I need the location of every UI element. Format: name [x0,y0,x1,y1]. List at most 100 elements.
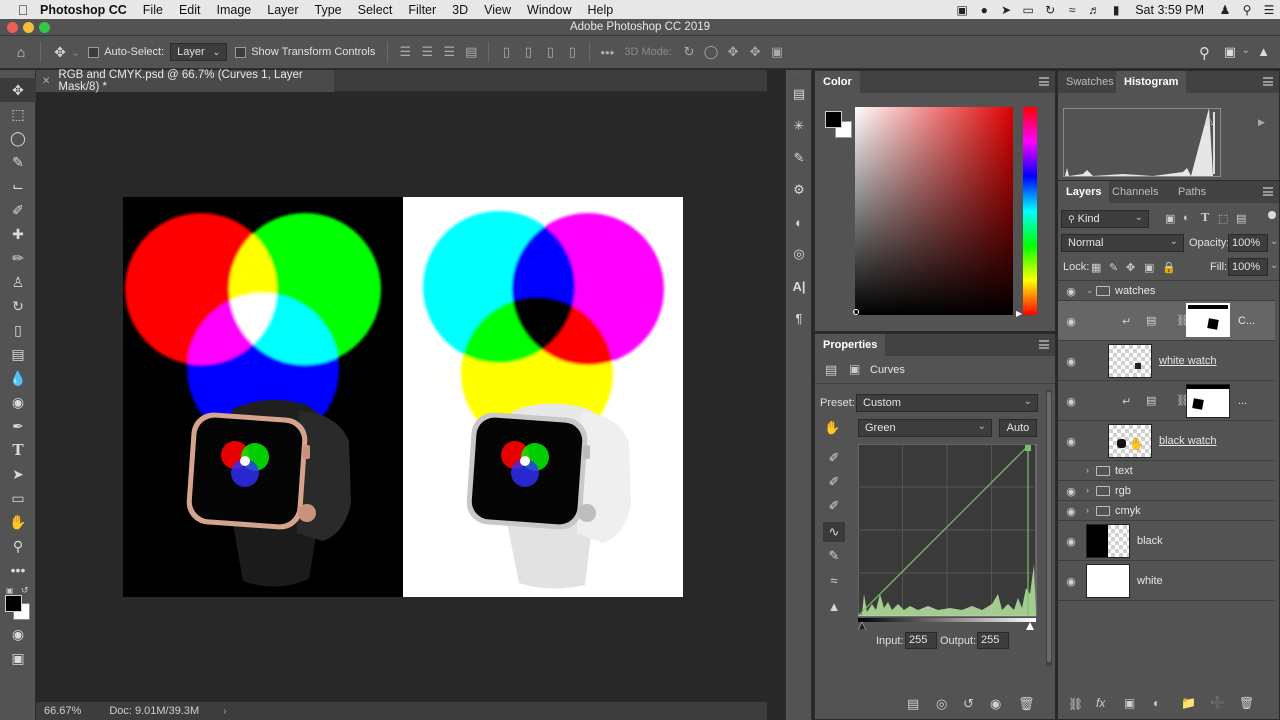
lasso-tool-icon[interactable]: ◯ [0,126,36,150]
menu-view[interactable]: View [484,3,511,17]
chevron-down-icon[interactable]: ⌄ [71,46,80,59]
auto-select-dropdown[interactable]: Layer ⌄ [170,43,228,61]
share-icon[interactable]: ▲ [1257,44,1270,59]
panel-menu-icon[interactable] [1263,187,1273,196]
chevron-right-icon[interactable]: ▶ [1258,117,1265,128]
auto-button[interactable]: Auto [999,419,1037,437]
screen-record-icon[interactable]: ▣ [951,3,973,17]
hue-slider-handle[interactable]: ▶ [1016,309,1022,318]
3d-pan-icon[interactable]: ✥ [722,42,744,62]
zoom-tool-icon[interactable]: ⚲ [0,534,36,558]
menu-clock[interactable]: Sat 3:59 PM [1135,3,1204,17]
distribute-icon[interactable]: ▤ [460,42,482,62]
foreground-color-swatch[interactable] [5,595,22,612]
layer-name[interactable]: black watch [1159,435,1216,447]
panel-menu-icon[interactable] [1263,77,1273,86]
brush-settings-panel-icon[interactable]: ✳ [786,110,812,142]
notification-center-icon[interactable]: ☰ [1258,3,1280,17]
smooth-curve-icon[interactable]: ≈ [823,570,845,590]
properties-scroll-thumb[interactable] [1047,392,1051,662]
brush-tool-icon[interactable]: ✏ [0,246,36,270]
menu-window[interactable]: Window [527,3,571,17]
healing-brush-tool-icon[interactable]: ✚ [0,222,36,246]
history-panel-icon[interactable]: ▤ [786,78,812,110]
draw-curve-pencil-icon[interactable]: ✎ [823,546,845,566]
3d-orbit-icon[interactable]: ↻ [678,42,700,62]
align-top-icon[interactable]: ▯ [495,42,517,62]
tab-properties[interactable]: Properties [815,334,886,356]
distribute-vertical-icon[interactable]: ▯ [561,42,583,62]
panel-grip[interactable]: ⋯ [786,70,811,78]
visibility-toggle-empty[interactable] [1064,465,1076,477]
visibility-eye-icon[interactable]: ◉ [1064,435,1078,448]
opacity-field[interactable]: 100% [1228,234,1268,252]
styles-panel-icon[interactable]: ◐ [786,206,812,238]
hue-slider[interactable] [1023,107,1037,315]
history-brush-tool-icon[interactable]: ↻ [0,294,36,318]
view-previous-state-icon[interactable]: ◎ [936,696,947,712]
layer-name[interactable]: white watch [1159,355,1216,367]
quick-mask-icon[interactable]: ◉ [0,622,36,646]
white-point-slider[interactable] [1026,622,1034,630]
workspace-icon[interactable]: ▣ [1224,44,1236,60]
arrow-icon[interactable]: ➤ [995,3,1017,17]
screen-mode-icon[interactable]: ▣ [0,646,36,670]
layer-row[interactable]: ◉ black [1058,521,1275,561]
delete-adjustment-icon[interactable]: 🗑 [1018,696,1035,712]
visibility-eye-icon[interactable]: ◉ [1064,505,1078,518]
link-layers-icon[interactable]: ⛓ [1068,697,1083,711]
menu-edit[interactable]: Edit [179,3,201,17]
layer-name[interactable]: text [1115,465,1133,477]
layer-style-fx-icon[interactable]: fx [1096,696,1105,710]
paragraph-panel-icon[interactable]: ¶ [786,302,812,334]
filter-toggle-icon[interactable] [1268,211,1276,219]
color-picker-handle[interactable] [853,309,859,315]
delete-layer-icon[interactable]: 🗑 [1239,696,1254,710]
tab-paths[interactable]: Paths [1170,181,1214,203]
menu-help[interactable]: Help [588,3,614,17]
layer-name[interactable]: watches [1115,285,1155,297]
lock-artboard-icon[interactable]: ▣ [1144,261,1154,274]
align-bottom-icon[interactable]: ▯ [539,42,561,62]
white-eyedropper-icon[interactable]: ✐ [823,496,845,516]
lock-transparent-icon[interactable]: ▦ [1091,261,1101,274]
output-field[interactable]: 255 [977,632,1009,649]
path-selection-tool-icon[interactable]: ➤ [0,462,36,486]
align-center-icon[interactable]: ☰ [416,42,438,62]
fill-field[interactable]: 100% [1228,258,1268,276]
menu-select[interactable]: Select [358,3,393,17]
input-field[interactable]: 255 [905,632,937,649]
eyedropper-tool-icon[interactable]: ✐ [0,198,36,222]
clone-stamp-tool-icon[interactable]: ♙ [0,270,36,294]
search-icon[interactable]: ⚲ [1199,44,1210,62]
wifi-icon[interactable]: ≈ [1061,3,1083,17]
quick-select-tool-icon[interactable]: ✎ [0,150,36,174]
layer-thumbnail[interactable]: ✋ [1108,424,1152,458]
layer-name[interactable]: white [1137,575,1163,587]
volume-icon[interactable]: ♬ [1083,3,1105,17]
layer-filter-dropdown[interactable]: ⚲ Kind ⌄ [1061,210,1149,228]
tab-swatches[interactable]: Swatches [1058,71,1122,93]
menu-filter[interactable]: Filter [408,3,436,17]
layer-name[interactable]: black [1137,535,1163,547]
3d-camera-icon[interactable]: ▣ [766,42,788,62]
target-adjust-icon[interactable]: ✋ [824,420,840,436]
tab-histogram[interactable]: Histogram [1116,71,1187,93]
mask-icon[interactable]: ▣ [849,362,860,376]
chevron-right-icon[interactable]: › [223,706,226,717]
chevron-right-icon[interactable]: › [1086,485,1089,495]
layer-row[interactable]: ◉ ↵ ▤ ⛓ ... [1058,381,1275,421]
filter-adjustment-icon[interactable]: ◐ [1183,212,1190,224]
new-group-icon[interactable]: 📁 [1181,696,1196,710]
apple-icon[interactable]:  [12,2,34,18]
swap-colors-icon[interactable]: ↺ [21,585,29,596]
gradient-tool-icon[interactable]: ▤ [0,342,36,366]
visibility-eye-icon[interactable]: ◉ [1064,535,1078,548]
add-mask-icon[interactable]: ▣ [1124,696,1135,710]
marquee-tool-icon[interactable]: ⬚ [0,102,36,126]
menu-layer[interactable]: Layer [267,3,298,17]
auto-select-checkbox[interactable] [88,46,100,58]
lock-image-icon[interactable]: ✎ [1109,261,1118,274]
menu-type[interactable]: Type [315,3,342,17]
3d-roll-icon[interactable]: ◯ [700,42,722,62]
